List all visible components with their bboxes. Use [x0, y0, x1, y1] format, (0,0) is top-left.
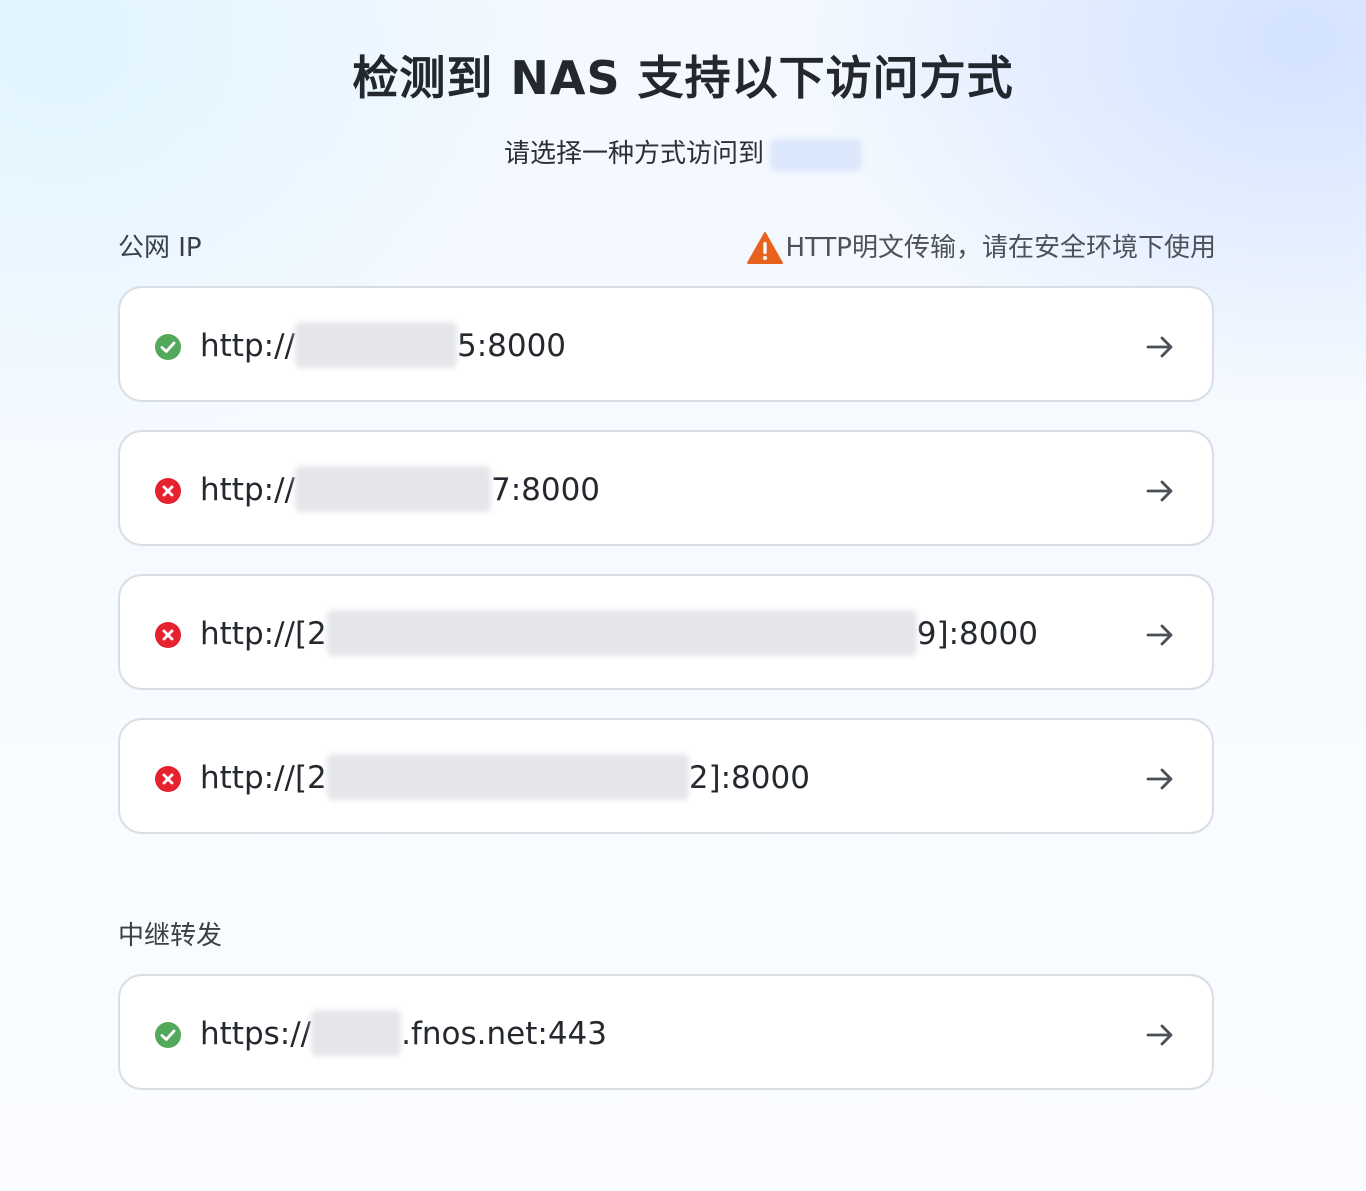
- subtitle-text: 请选择一种方式访问到: [503, 139, 764, 169]
- access-url: http:// 5:8000: [200, 321, 567, 368]
- error-x-icon: [155, 766, 181, 792]
- success-check-icon: [155, 1022, 181, 1048]
- access-url: https:// .fnos.net:443: [200, 1009, 607, 1056]
- arrow-right-icon: [1146, 624, 1173, 646]
- redacted-address: [294, 465, 491, 512]
- section-label-public-ip: 公网 IP: [118, 233, 202, 263]
- page-subtitle: 请选择一种方式访问到: [0, 136, 1366, 172]
- url-suffix: .fnos.net:443: [401, 1016, 607, 1052]
- arrow-right-icon: [1146, 336, 1173, 358]
- url-prefix: http://[2: [200, 616, 327, 652]
- arrow-right-icon: [1146, 1024, 1173, 1046]
- success-check-icon: [155, 334, 181, 360]
- access-option-public-ip-1[interactable]: http:// 5:8000: [118, 286, 1214, 402]
- url-prefix: http://: [200, 328, 295, 364]
- access-option-public-ip-2[interactable]: http:// 7:8000: [118, 430, 1214, 546]
- url-prefix: https://: [200, 1016, 312, 1052]
- url-prefix: http://: [200, 472, 295, 508]
- access-option-relay-1[interactable]: https:// .fnos.net:443: [118, 974, 1214, 1090]
- redacted-address: [326, 609, 917, 656]
- url-suffix: 9]:8000: [916, 616, 1038, 652]
- url-suffix: 5:8000: [456, 328, 567, 364]
- access-url: http:// 7:8000: [200, 465, 601, 512]
- warning-text: HTTP明文传输，请在安全环境下使用: [785, 233, 1216, 263]
- url-suffix: 2]:8000: [688, 760, 810, 796]
- warning-icon: [747, 232, 784, 264]
- error-x-icon: [155, 478, 181, 504]
- arrow-right-icon: [1146, 480, 1173, 502]
- access-url: http://[2 9]:8000: [200, 609, 1038, 656]
- error-x-icon: [155, 622, 181, 648]
- access-option-public-ip-3[interactable]: http://[2 9]:8000: [118, 574, 1214, 690]
- access-url: http://[2 2]:8000: [200, 753, 810, 800]
- url-suffix: 7:8000: [490, 472, 601, 508]
- page-title: 检测到 NAS 支持以下访问方式: [352, 51, 1014, 105]
- redacted-address: [326, 753, 689, 800]
- access-option-public-ip-4[interactable]: http://[2 2]:8000: [118, 718, 1214, 834]
- redacted-address: [311, 1009, 402, 1056]
- redacted-address: [294, 321, 457, 368]
- arrow-right-icon: [1146, 768, 1173, 790]
- section-label-relay: 中继转发: [118, 921, 223, 951]
- url-prefix: http://[2: [200, 760, 327, 796]
- http-warning: HTTP明文传输，请在安全环境下使用: [747, 232, 1216, 264]
- redacted-device-name: [770, 138, 862, 171]
